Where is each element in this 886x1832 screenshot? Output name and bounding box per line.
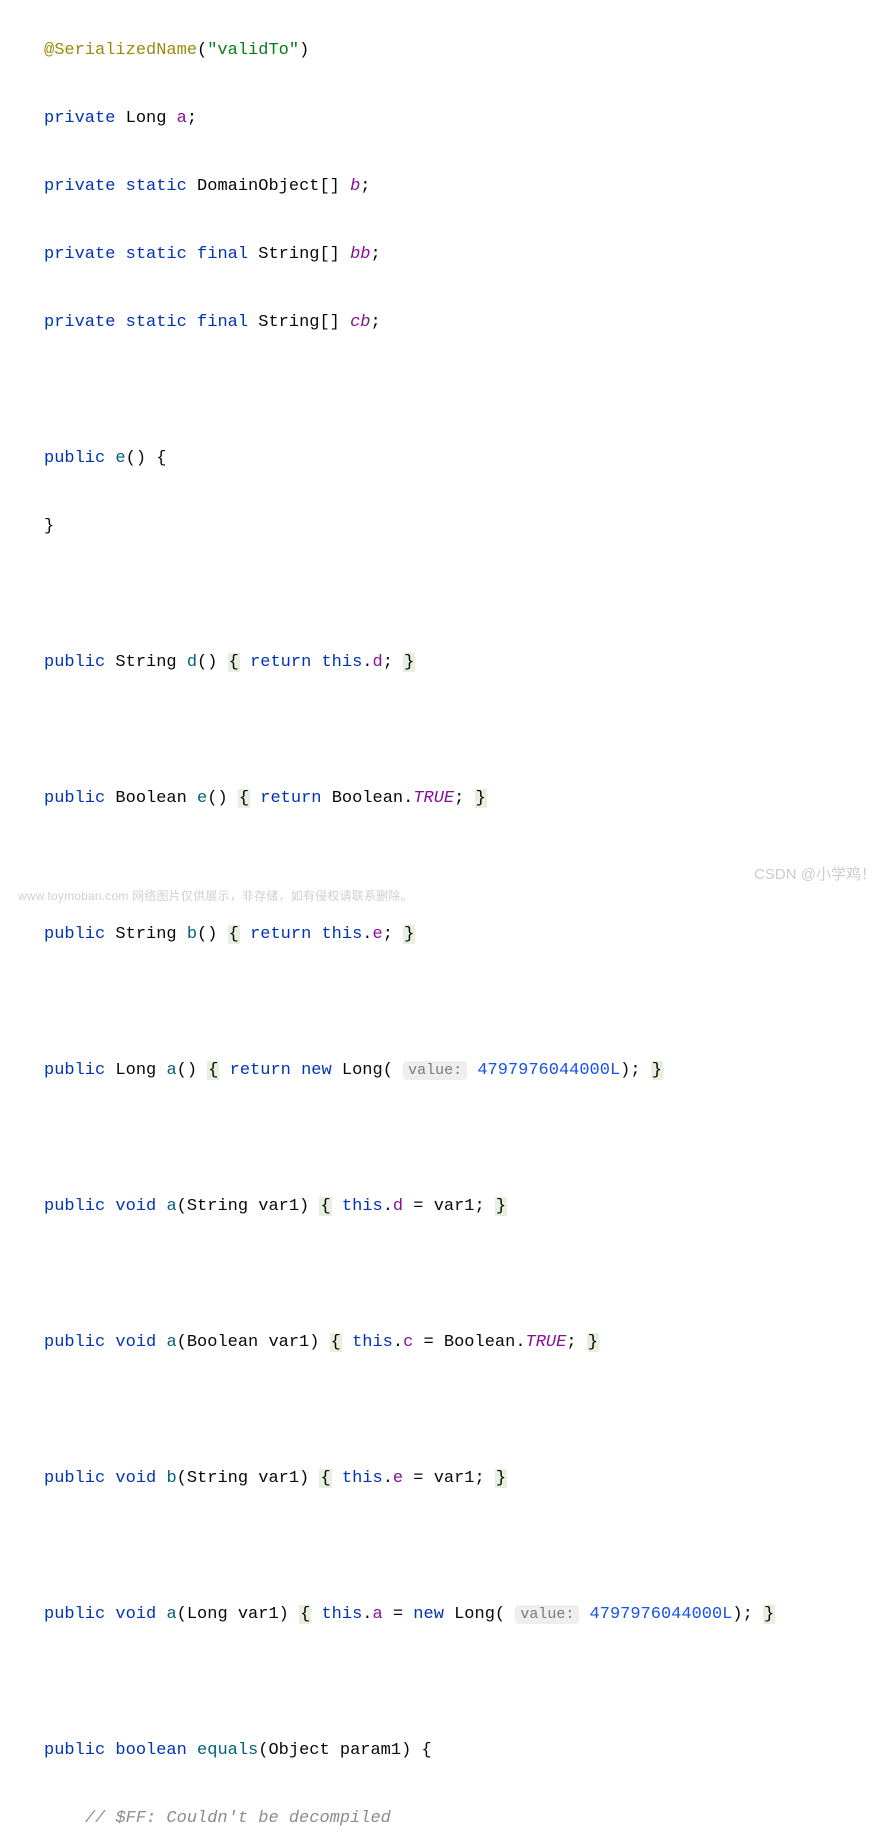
code-line: public void b(String var1) { this.e = va…: [44, 1462, 866, 1496]
blank-line: [44, 1530, 866, 1564]
code-line: @SerializedName("validTo"): [44, 34, 866, 68]
annotation: @SerializedName: [44, 41, 197, 60]
code-line: }: [44, 510, 866, 544]
code-line: private static DomainObject[] b;: [44, 170, 866, 204]
watermark-left: www.toymoban.com 网络图片仅供展示，非存储，如有侵权请联系删除。: [18, 884, 413, 908]
code-line: public Long a() { return new Long( value…: [44, 1054, 866, 1088]
code-line: public String d() { return this.d; }: [44, 646, 866, 680]
blank-line: [44, 714, 866, 748]
blank-line: [44, 1122, 866, 1156]
code-line: public String b() { return this.e; }: [44, 918, 866, 952]
code-line: public void a(Long var1) { this.a = new …: [44, 1598, 866, 1632]
code-line: public Boolean e() { return Boolean.TRUE…: [44, 782, 866, 816]
param-hint: value:: [515, 1605, 579, 1624]
blank-line: [44, 850, 866, 884]
code-block: @SerializedName("validTo") private Long …: [0, 0, 886, 1832]
code-line: // $FF: Couldn't be decompiled: [44, 1802, 866, 1832]
code-line: private static final String[] cb;: [44, 306, 866, 340]
blank-line: [44, 1666, 866, 1700]
blank-line: [44, 1394, 866, 1428]
blank-line: [44, 578, 866, 612]
code-line: private static final String[] bb;: [44, 238, 866, 272]
code-line: public boolean equals(Object param1) {: [44, 1734, 866, 1768]
code-line: public e() {: [44, 442, 866, 476]
string-literal: "validTo": [207, 41, 299, 60]
blank-line: [44, 374, 866, 408]
comment: // $FF: Couldn't be decompiled: [85, 1809, 391, 1828]
watermark-right: CSDN @小学鸡！: [754, 860, 876, 890]
param-hint: value:: [403, 1061, 467, 1080]
code-line: public void a(String var1) { this.d = va…: [44, 1190, 866, 1224]
code-line: public void a(Boolean var1) { this.c = B…: [44, 1326, 866, 1360]
code-line: private Long a;: [44, 102, 866, 136]
blank-line: [44, 1258, 866, 1292]
blank-line: [44, 986, 866, 1020]
